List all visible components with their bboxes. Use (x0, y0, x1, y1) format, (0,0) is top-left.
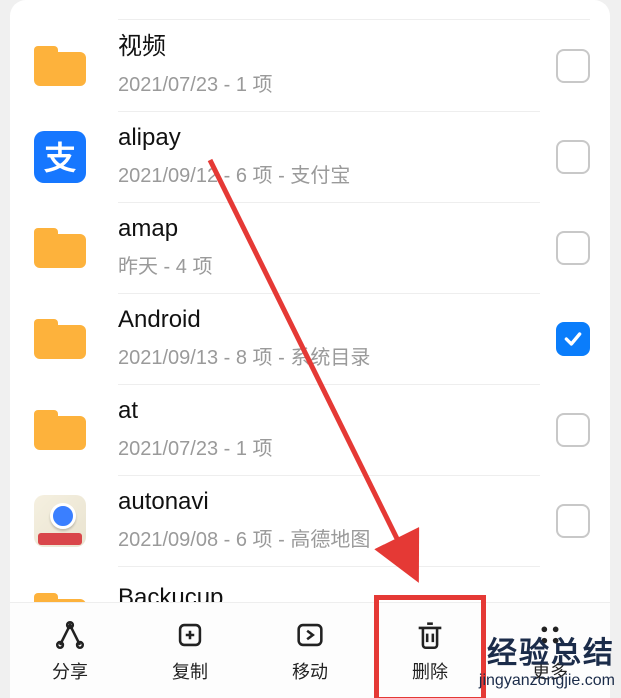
share-icon (53, 618, 87, 652)
folder-icon (30, 315, 90, 363)
file-meta: 2021/07/23 - 1 项 (118, 68, 540, 97)
checkbox[interactable] (556, 49, 590, 83)
file-name: amap (118, 215, 540, 244)
alipay-icon: 支 (34, 131, 86, 183)
list-item[interactable]: Android 2021/09/13 - 8 项 - 系统目录 (10, 293, 610, 384)
file-name: Android (118, 306, 540, 335)
file-manager-app: 视频 2021/07/23 - 1 项 支 alipay 2021/09/12 … (10, 0, 610, 698)
list-item[interactable]: autonavi 2021/09/08 - 6 项 - 高德地图 (10, 475, 610, 566)
share-button[interactable]: 分享 (10, 603, 130, 698)
file-name: 视频 (118, 33, 540, 62)
file-meta: 昨天 - 4 项 (118, 250, 540, 279)
file-name: at (118, 397, 540, 426)
list-item[interactable] (10, 0, 610, 20)
folder-icon (30, 0, 90, 20)
file-list: 视频 2021/07/23 - 1 项 支 alipay 2021/09/12 … (10, 0, 610, 603)
more-button[interactable]: 更多 (490, 603, 610, 698)
list-item[interactable]: 视频 2021/07/23 - 1 项 (10, 20, 610, 111)
copy-icon (173, 618, 207, 652)
folder-icon (30, 224, 90, 272)
trash-icon (413, 618, 447, 652)
file-meta: 2021/07/23 - 1 项 (118, 432, 540, 461)
autonavi-icon (34, 495, 86, 547)
checkbox[interactable] (556, 231, 590, 265)
list-item[interactable]: 支 alipay 2021/09/12 - 6 项 - 支付宝 (10, 111, 610, 202)
folder-icon (30, 42, 90, 90)
copy-label: 复制 (172, 658, 208, 684)
copy-button[interactable]: 复制 (130, 603, 250, 698)
checkbox[interactable] (556, 140, 590, 174)
checkbox-checked[interactable] (556, 322, 590, 356)
bottom-toolbar: 分享 复制 移动 删除 更多 (10, 602, 610, 698)
more-label: 更多 (532, 658, 568, 684)
share-label: 分享 (52, 658, 88, 684)
file-name: alipay (118, 124, 540, 153)
delete-button[interactable]: 删除 (370, 603, 490, 698)
file-meta: 2021/09/13 - 8 项 - 系统目录 (118, 341, 540, 370)
more-icon (533, 618, 567, 652)
file-name: autonavi (118, 488, 540, 517)
list-item[interactable]: at 2021/07/23 - 1 项 (10, 384, 610, 475)
list-item[interactable]: amap 昨天 - 4 项 (10, 202, 610, 293)
delete-label: 删除 (412, 658, 448, 684)
move-icon (293, 618, 327, 652)
folder-icon (30, 406, 90, 454)
checkbox[interactable] (556, 504, 590, 538)
file-meta: 2021/09/08 - 6 项 - 高德地图 (118, 523, 540, 552)
checkbox[interactable] (556, 413, 590, 447)
file-meta: 2021/09/12 - 6 项 - 支付宝 (118, 159, 540, 188)
move-label: 移动 (292, 658, 328, 684)
move-button[interactable]: 移动 (250, 603, 370, 698)
